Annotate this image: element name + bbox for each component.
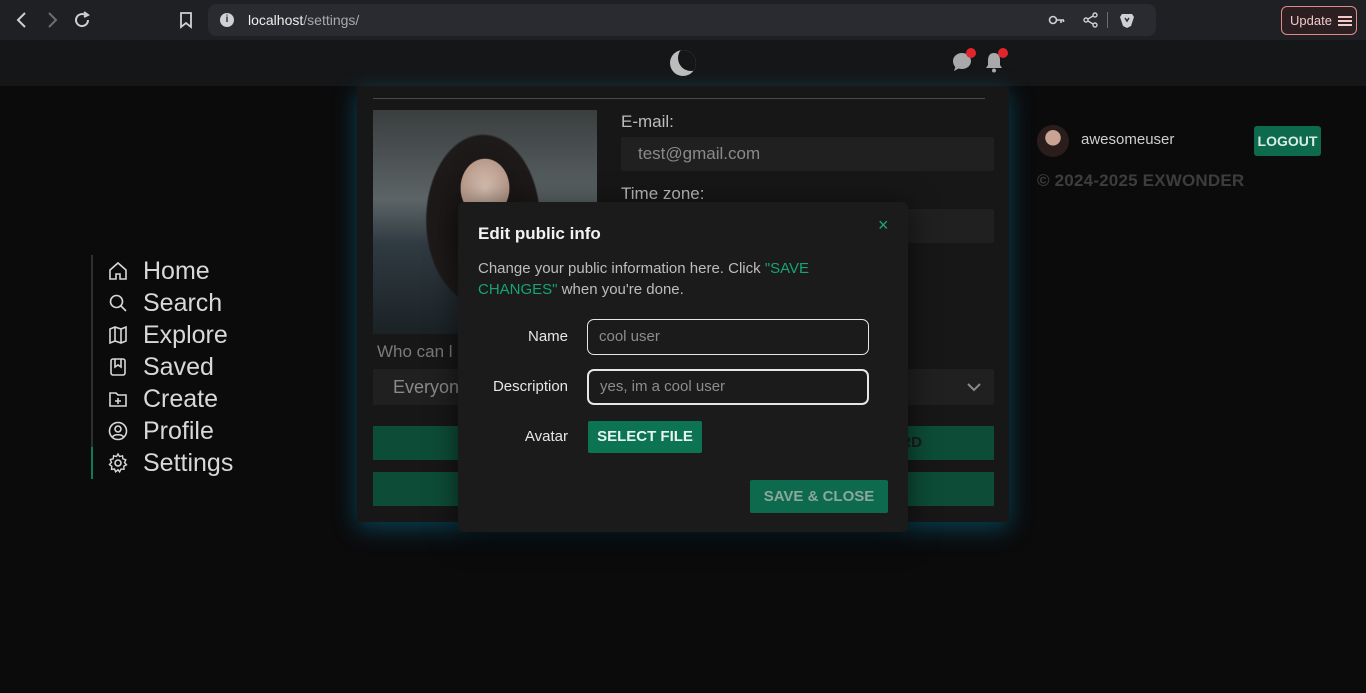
update-menu-button[interactable]: Update: [1281, 6, 1357, 35]
folder-plus-icon: [109, 392, 127, 407]
sidebar-item-label: Create: [143, 384, 219, 413]
map-icon: [109, 325, 127, 345]
sidebar-item-profile[interactable]: Profile: [107, 415, 214, 447]
chevron-down-icon: [967, 383, 981, 392]
back-icon[interactable]: [11, 9, 33, 31]
bookmark-page-icon[interactable]: [175, 9, 197, 31]
save-close-button[interactable]: SAVE & CLOSE: [750, 480, 888, 513]
sidebar-item-settings[interactable]: Settings: [107, 447, 233, 479]
url-text: localhost/settings/: [248, 12, 360, 28]
forward-icon[interactable]: [41, 9, 63, 31]
browser-toolbar: i localhost/settings/ Update: [0, 0, 1366, 40]
app-header: [0, 40, 1366, 86]
copyright-text: © 2024-2025 EXWONDER: [1037, 171, 1245, 190]
edit-public-info-dialog: Edit public info × Change your public in…: [458, 202, 908, 532]
privacy-value: Everyon: [393, 377, 460, 397]
email-label: E-mail:: [621, 112, 674, 131]
sidebar-item-label: Settings: [143, 448, 234, 477]
close-icon[interactable]: ×: [878, 215, 889, 236]
user-circle-icon: [108, 421, 128, 441]
avatar[interactable]: [1037, 125, 1069, 157]
name-label: Name: [527, 328, 568, 345]
brave-shield-icon[interactable]: [1118, 12, 1136, 28]
sidebar-item-label: Profile: [143, 416, 214, 445]
sidebar-item-explore[interactable]: Explore: [107, 319, 228, 351]
select-file-button[interactable]: SELECT FILE: [588, 421, 702, 453]
search-icon: [109, 294, 127, 312]
bell-icon[interactable]: [982, 48, 1008, 74]
sidebar-item-label: Explore: [143, 320, 228, 349]
description-textarea[interactable]: yes, im a cool user: [587, 369, 869, 405]
sidebar-item-label: Search: [143, 288, 223, 317]
sidebar-item-label: Home: [143, 256, 210, 285]
sidebar-item-home[interactable]: Home: [107, 255, 210, 287]
dialog-title: Edit public info: [478, 224, 601, 243]
update-label: Update: [1290, 13, 1332, 28]
chat-notification-badge: [966, 48, 976, 58]
bell-notification-badge: [998, 48, 1008, 58]
hamburger-icon: [1337, 15, 1352, 26]
description-label: Description: [492, 378, 568, 395]
timezone-label: Time zone:: [621, 184, 705, 203]
gear-icon: [108, 452, 128, 474]
active-indicator: [91, 447, 93, 479]
username-label[interactable]: awesomeuser: [1081, 131, 1174, 148]
moon-icon[interactable]: [670, 50, 696, 76]
sidebar-item-label: Saved: [143, 352, 214, 381]
avatar-label: Avatar: [524, 428, 568, 445]
sidebar-item-create[interactable]: Create: [107, 383, 218, 415]
email-field[interactable]: test@gmail.com: [621, 137, 994, 171]
divider: [1107, 12, 1108, 28]
sidebar-item-saved[interactable]: Saved: [107, 351, 214, 383]
share-icon[interactable]: [1082, 12, 1100, 28]
logout-button[interactable]: LOGOUT: [1254, 126, 1321, 156]
chat-icon[interactable]: [950, 48, 976, 74]
address-bar[interactable]: i localhost/settings/: [208, 4, 1156, 36]
sidebar-nav: Home Search Explore Saved Create Profile…: [91, 255, 291, 479]
site-info-icon[interactable]: i: [220, 13, 234, 27]
dialog-description: Change your public information here. Cli…: [478, 260, 810, 298]
divider: [373, 98, 985, 99]
name-input[interactable]: cool user: [587, 319, 869, 355]
key-icon[interactable]: [1048, 12, 1066, 28]
privacy-label: Who can l: [377, 342, 453, 361]
sidebar-item-search[interactable]: Search: [107, 287, 222, 319]
bookmark-icon: [110, 358, 126, 376]
reload-icon[interactable]: [71, 9, 93, 31]
home-icon: [109, 261, 127, 280]
